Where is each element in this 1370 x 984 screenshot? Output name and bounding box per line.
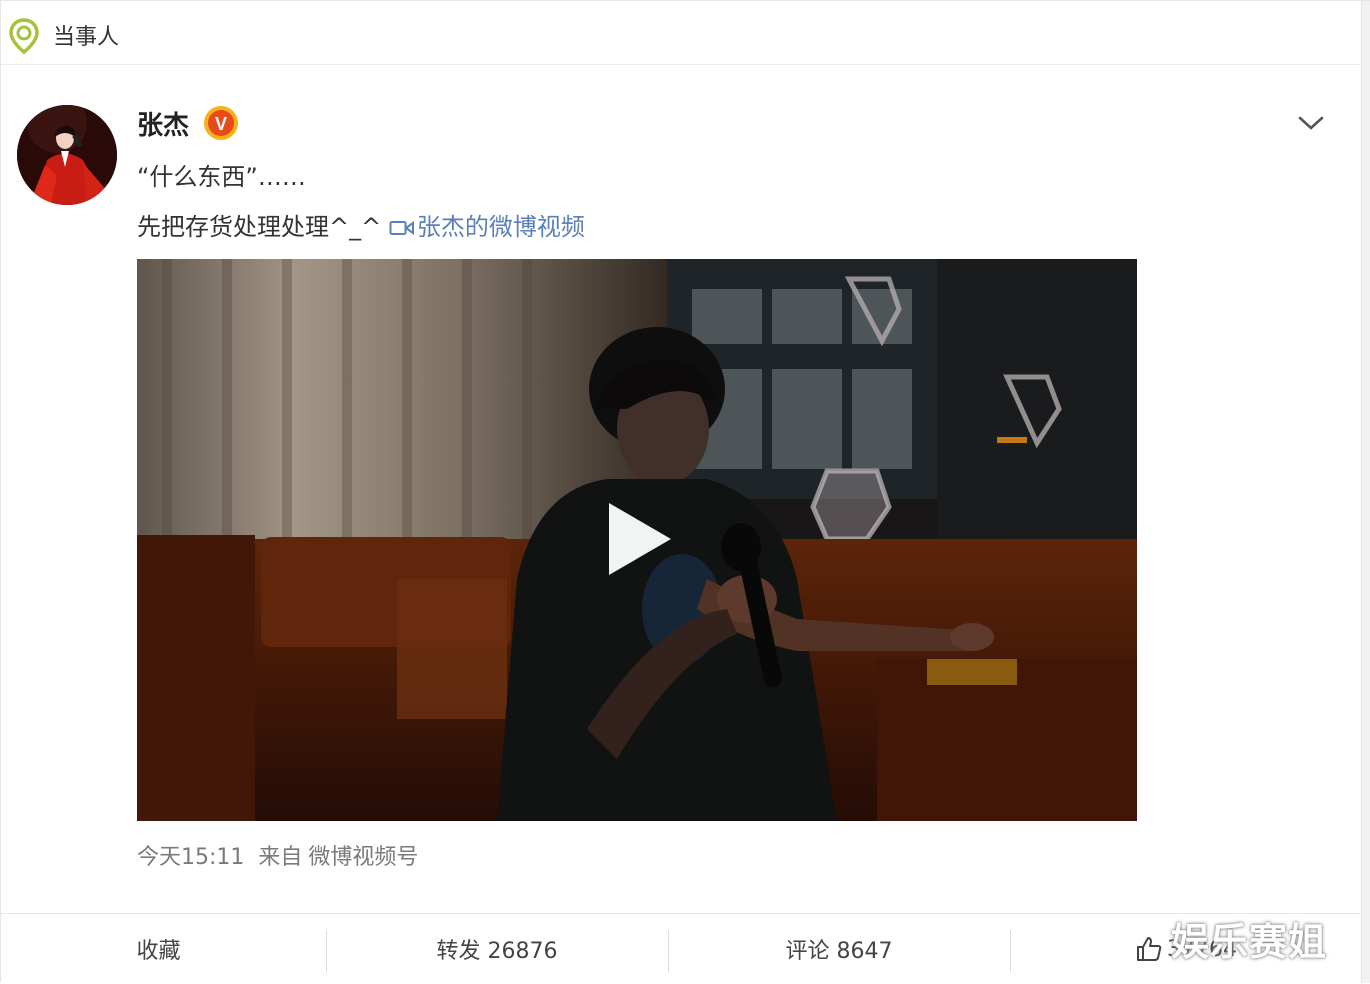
weibo-post-card: 当事人 张杰 V “什么东西”…… 先把存货处理处理^_^ 张杰的微博视频 今天…: [0, 0, 1370, 983]
video-camera-icon: [389, 221, 414, 235]
avatar-image: [17, 105, 117, 205]
video-link-label: 张杰的微博视频: [416, 213, 585, 241]
svg-text:V: V: [215, 114, 227, 134]
location-pin-icon: [9, 18, 39, 55]
post-time[interactable]: 今天15:11: [137, 845, 244, 870]
watermark: 娱乐赛姐: [1171, 920, 1328, 964]
thumbs-up-icon: [1137, 937, 1162, 961]
favorite-button[interactable]: 收藏: [1, 914, 316, 984]
avatar[interactable]: [17, 105, 117, 205]
favorite-label: 收藏: [136, 939, 181, 964]
post-text-line2: 先把存货处理处理^_^ 张杰的微博视频: [137, 207, 585, 242]
repost-button[interactable]: 转发 26876: [327, 914, 667, 984]
post-source[interactable]: 微博视频号: [308, 845, 418, 870]
comment-button[interactable]: 评论 8647: [669, 914, 1009, 984]
repost-label: 转发 26876: [436, 939, 558, 964]
video-player[interactable]: [137, 259, 1137, 821]
scrollbar-track[interactable]: [1361, 1, 1370, 983]
chevron-down-icon[interactable]: [1295, 111, 1327, 135]
post-meta: 今天15:11 来自 微博视频号: [137, 839, 432, 871]
username[interactable]: 张杰: [137, 105, 189, 142]
page-title: 当事人: [53, 25, 120, 50]
post-text-body: 先把存货处理处理^_^: [137, 213, 389, 241]
verified-badge-icon: V: [204, 106, 238, 140]
comment-label: 评论 8647: [785, 939, 893, 964]
video-link[interactable]: 张杰的微博视频: [389, 213, 585, 241]
top-bar: 当事人: [1, 1, 1361, 65]
post-text-line1: “什么东西”……: [137, 163, 306, 191]
play-icon[interactable]: [599, 499, 679, 579]
from-label: 来自: [258, 845, 303, 870]
action-bar: 收藏 转发 26876 评论 8647 37764: [1, 913, 1361, 983]
